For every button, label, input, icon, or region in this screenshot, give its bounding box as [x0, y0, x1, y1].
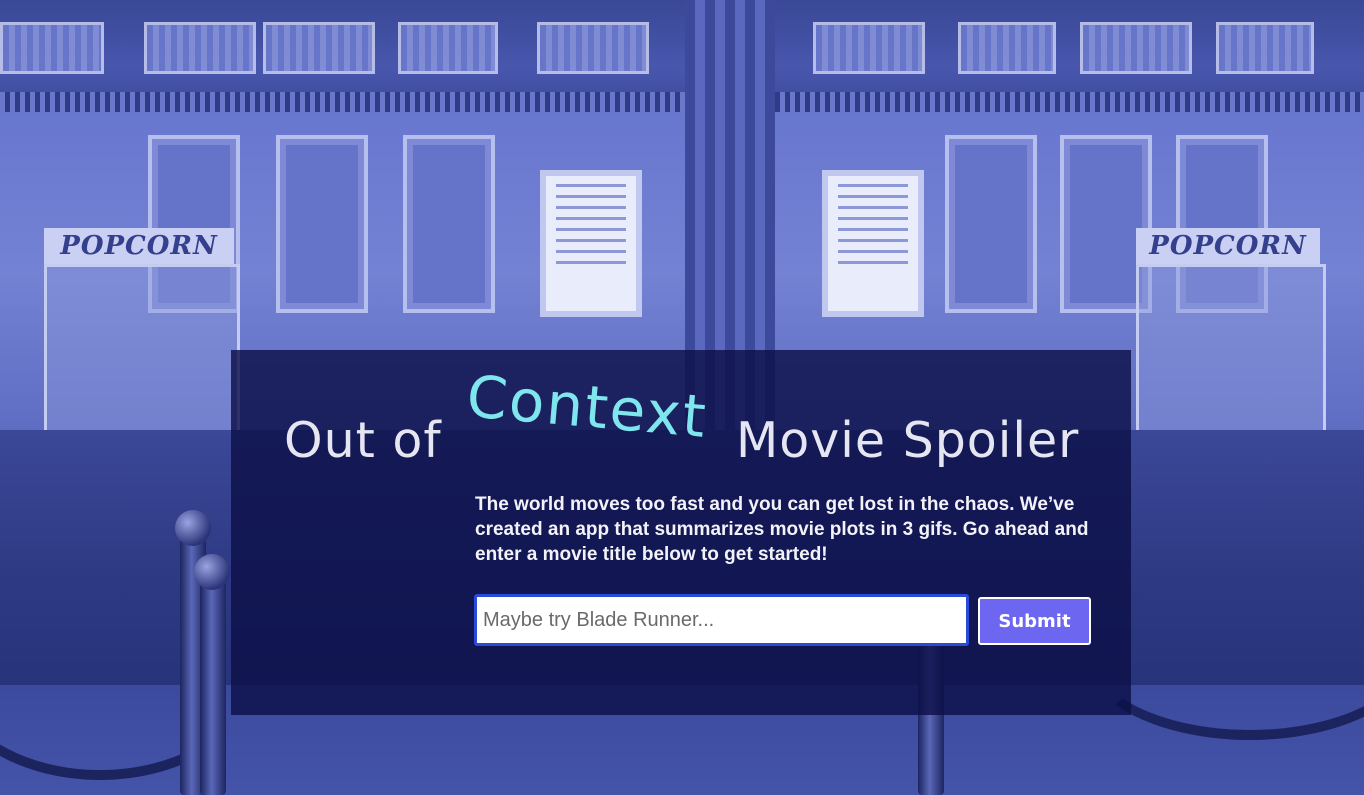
cornice	[0, 92, 1364, 112]
stanchion-cap	[175, 510, 211, 546]
ornamental-frieze	[0, 0, 1364, 112]
popcorn-sign: POPCORN	[44, 228, 234, 264]
wall-panel	[276, 135, 368, 313]
title-prefix: Out of	[284, 412, 442, 469]
stanchion-post	[200, 580, 226, 795]
popcorn-machine	[44, 264, 240, 440]
frieze-panel	[1080, 22, 1192, 74]
frieze-panel	[537, 22, 649, 74]
intro-description: The world moves too fast and you can get…	[475, 494, 1089, 565]
frieze-panel	[813, 22, 925, 74]
stanchion-cap	[194, 554, 230, 590]
wall-panel	[945, 135, 1037, 313]
menu-board	[822, 170, 924, 317]
frieze-panel	[1216, 22, 1314, 74]
popcorn-machine	[1136, 264, 1326, 440]
title-suffix: Movie Spoiler	[736, 412, 1080, 469]
frieze-panel	[0, 22, 104, 74]
frieze-panel	[958, 22, 1056, 74]
popcorn-sign: POPCORN	[1136, 228, 1320, 264]
menu-board	[540, 170, 642, 317]
frieze-panel	[144, 22, 256, 74]
frieze-panel	[263, 22, 375, 74]
submit-button[interactable]: Submit	[978, 597, 1091, 645]
wall-panel	[403, 135, 495, 313]
movie-title-input[interactable]	[474, 594, 969, 646]
frieze-panel	[398, 22, 498, 74]
page-title: Out of Context Movie Spoiler	[284, 362, 1104, 472]
